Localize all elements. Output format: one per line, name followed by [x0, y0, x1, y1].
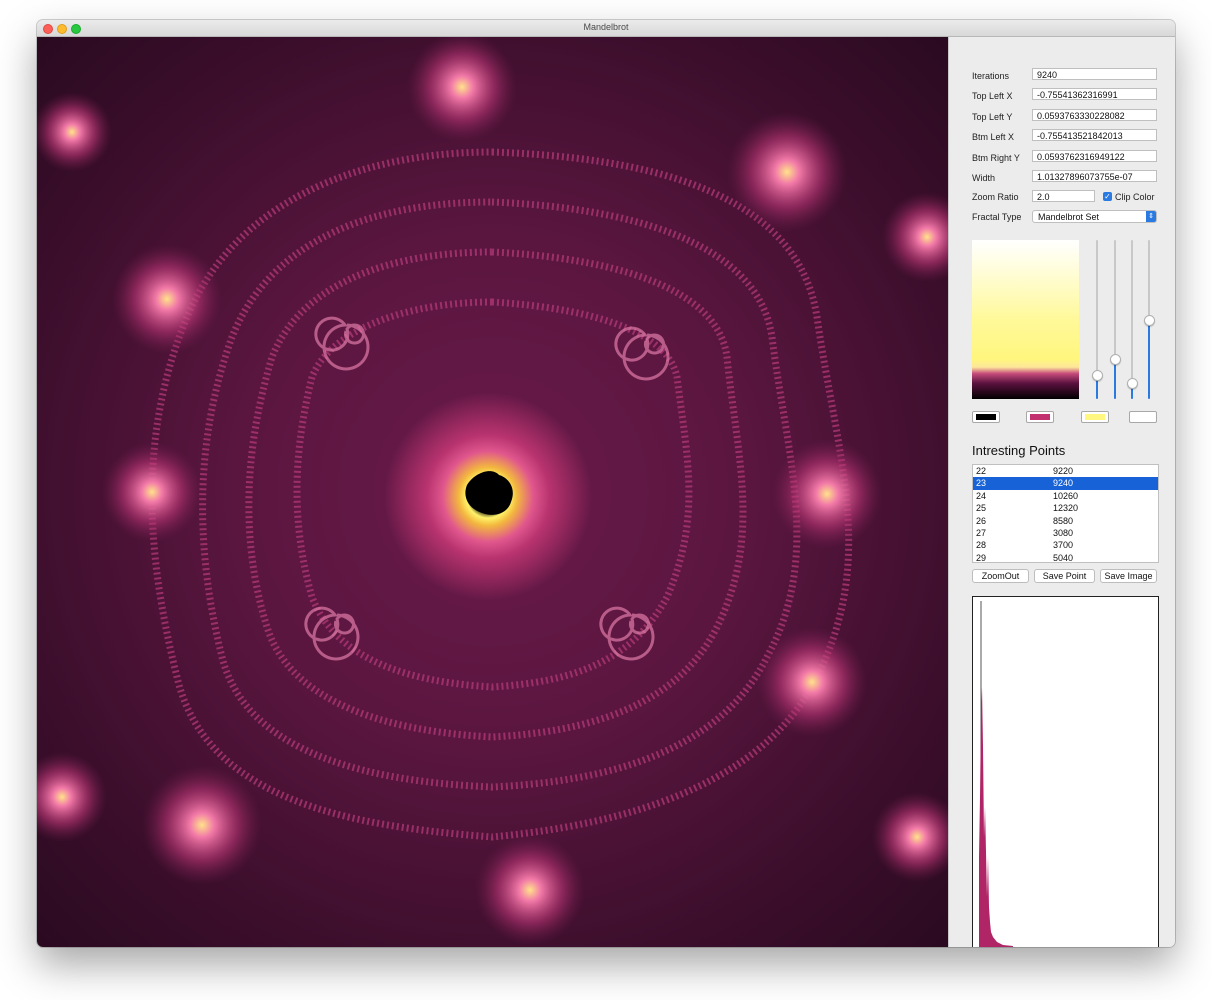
- fractal-image: [37, 37, 948, 945]
- points-row-selected[interactable]: 23 9240: [973, 477, 1158, 490]
- iteration-histogram: [972, 596, 1159, 947]
- clip-color-label: Clip Color: [1115, 192, 1155, 202]
- point-iterations: 9220: [1053, 466, 1074, 476]
- point-id: 28: [976, 540, 987, 551]
- slider-knob[interactable]: [1144, 314, 1155, 326]
- top-left-x-field[interactable]: -0.75541362316991: [1032, 88, 1157, 100]
- points-list[interactable]: 22 9220 23 9240 24 10260 25 12320 26 8580 27 3…: [972, 464, 1159, 563]
- top-left-y-label: Top Left Y: [972, 112, 1013, 122]
- zoom-ratio-field[interactable]: 2.0: [1032, 190, 1095, 202]
- point-id: 27: [976, 527, 987, 538]
- color-well-4[interactable]: [1129, 411, 1157, 423]
- btm-left-x-label: Btm Left X: [972, 132, 1015, 142]
- title-bar[interactable]: Mandelbrot: [37, 20, 1175, 37]
- zoom-ratio-label: Zoom Ratio: [972, 192, 1019, 202]
- top-left-y-field[interactable]: 0.0593763330228082: [1032, 109, 1157, 121]
- points-row[interactable]: 28 3700: [973, 539, 1158, 551]
- points-row[interactable]: 27 3080: [973, 527, 1158, 539]
- mandelbrot-window: Mandelbrot Iterations 9240 Top Left X -0…: [37, 20, 1175, 947]
- color-well-swatch: [1030, 414, 1050, 420]
- btm-right-y-label: Btm Right Y: [972, 153, 1020, 163]
- points-row[interactable]: 24 10260: [973, 490, 1158, 502]
- points-title: Intresting Points: [972, 443, 1066, 458]
- fractal-type-value: Mandelbrot Set: [1038, 212, 1100, 222]
- color-well-2[interactable]: [1026, 411, 1054, 423]
- point-id: 22: [976, 466, 987, 476]
- point-id: 26: [976, 515, 987, 526]
- point-iterations: 3080: [1053, 527, 1074, 538]
- point-iterations: 9240: [1053, 478, 1074, 489]
- point-iterations: 10260: [1053, 490, 1079, 501]
- histogram-plot: [979, 601, 1013, 947]
- point-id: 23: [976, 478, 987, 489]
- points-row[interactable]: 26 8580: [973, 515, 1158, 527]
- color-well-swatch: [1133, 414, 1153, 420]
- iterations-label: Iterations: [972, 71, 1010, 81]
- save-image-button[interactable]: Save Image: [1100, 569, 1157, 583]
- point-iterations: 5040: [1053, 552, 1074, 563]
- save-point-button[interactable]: Save Point: [1034, 569, 1095, 583]
- clip-color-checkbox[interactable]: ✓: [1103, 192, 1112, 201]
- point-id: 29: [976, 552, 987, 563]
- point-iterations: 12320: [1053, 503, 1079, 514]
- slider-knob[interactable]: [1110, 354, 1121, 366]
- fractal-canvas[interactable]: [37, 37, 948, 947]
- color-well-swatch: [1085, 414, 1105, 420]
- slider-knob[interactable]: [1127, 378, 1138, 390]
- slider-track: [1131, 240, 1133, 399]
- btm-right-y-field[interactable]: 0.0593762316949122: [1032, 150, 1157, 162]
- top-left-x-label: Top Left X: [972, 91, 1013, 101]
- point-id: 24: [976, 490, 987, 501]
- point-iterations: 8580: [1053, 515, 1074, 526]
- color-gradient-preview: [972, 240, 1079, 399]
- points-row[interactable]: 29 5040: [973, 552, 1158, 563]
- points-row[interactable]: 25 12320: [973, 502, 1158, 514]
- window-title: Mandelbrot: [583, 22, 629, 32]
- color-well-swatch: [976, 414, 996, 420]
- btm-left-x-field[interactable]: -0.755413521842013: [1032, 129, 1157, 141]
- fractal-type-select[interactable]: Mandelbrot Set ⇕: [1032, 210, 1157, 223]
- points-row[interactable]: 22 9220: [973, 465, 1158, 477]
- control-panel: Iterations 9240 Top Left X -0.7554136231…: [948, 37, 1175, 947]
- fractal-type-label: Fractal Type: [972, 212, 1022, 222]
- slider-fill: [1114, 359, 1116, 399]
- color-well-3[interactable]: [1081, 411, 1109, 423]
- chevron-updown-icon: ⇕: [1146, 211, 1156, 222]
- slider-knob[interactable]: [1092, 370, 1103, 382]
- color-well-1[interactable]: [972, 411, 1000, 423]
- point-id: 25: [976, 503, 987, 514]
- width-field[interactable]: 1.01327896073755e-07: [1032, 170, 1157, 182]
- zoom-out-button[interactable]: ZoomOut: [972, 569, 1029, 583]
- point-iterations: 3700: [1053, 540, 1074, 551]
- iterations-field[interactable]: 9240: [1032, 68, 1157, 80]
- width-label: Width: [972, 173, 996, 183]
- slider-fill: [1148, 319, 1150, 399]
